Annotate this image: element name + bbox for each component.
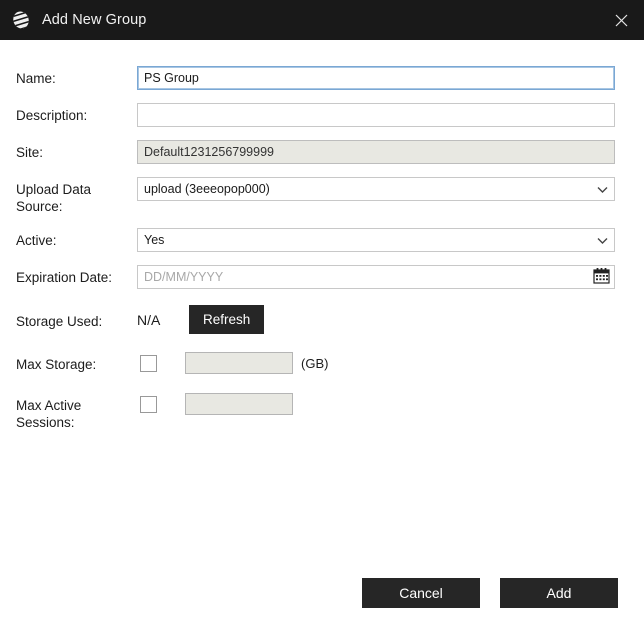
close-icon[interactable] [608, 7, 634, 33]
form-row-upload-data-source: Upload Data Source: [16, 177, 615, 215]
max-storage-input[interactable] [185, 352, 293, 374]
window-title: Add New Group [42, 12, 147, 28]
label-active: Active: [16, 233, 57, 248]
form-row-max-storage: Max Storage: (GB) [16, 352, 615, 376]
form-row-site: Site: [16, 140, 615, 164]
description-input[interactable] [137, 103, 615, 127]
app-sphere-logo-icon [10, 9, 32, 31]
label-description: Description: [16, 108, 88, 123]
form-row-max-active-sessions: Max Active Sessions: [16, 393, 615, 431]
upload-data-source-select[interactable] [137, 177, 615, 201]
max-storage-checkbox[interactable] [140, 354, 157, 372]
form-row-active: Active: [16, 228, 615, 252]
label-max-storage: Max Storage: [16, 357, 97, 372]
label-expiration-date: Expiration Date: [16, 270, 113, 285]
label-site: Site: [16, 145, 44, 160]
label-upload-data-source: Upload Data Source: [16, 182, 92, 214]
add-button[interactable]: Add [500, 578, 618, 608]
max-active-sessions-checkbox[interactable] [140, 395, 157, 413]
form-row-storage-used: Storage Used: N/A Refresh [16, 305, 615, 334]
form-row-expiration-date: Expiration Date: [16, 265, 615, 289]
label-name: Name: [16, 71, 56, 86]
max-storage-unit: (GB) [301, 355, 329, 371]
form-row-name: Name: [16, 66, 615, 90]
cancel-button[interactable]: Cancel [362, 578, 480, 608]
add-group-form: Name: Description: Site: Upload Data Sou… [0, 40, 644, 431]
label-storage-used: Storage Used: [16, 314, 103, 329]
site-input [137, 140, 615, 164]
form-row-description: Description: [16, 103, 615, 127]
expiration-date-input[interactable] [137, 265, 615, 289]
storage-used-value: N/A [137, 311, 161, 328]
window-titlebar: Add New Group [0, 0, 644, 40]
calendar-icon[interactable] [593, 267, 610, 287]
active-select[interactable] [137, 228, 615, 252]
name-input[interactable] [137, 66, 615, 90]
refresh-button[interactable]: Refresh [189, 305, 265, 334]
dialog-footer: Cancel Add [0, 565, 644, 621]
label-max-active-sessions: Max Active Sessions: [16, 398, 82, 430]
max-active-sessions-input[interactable] [185, 393, 293, 415]
